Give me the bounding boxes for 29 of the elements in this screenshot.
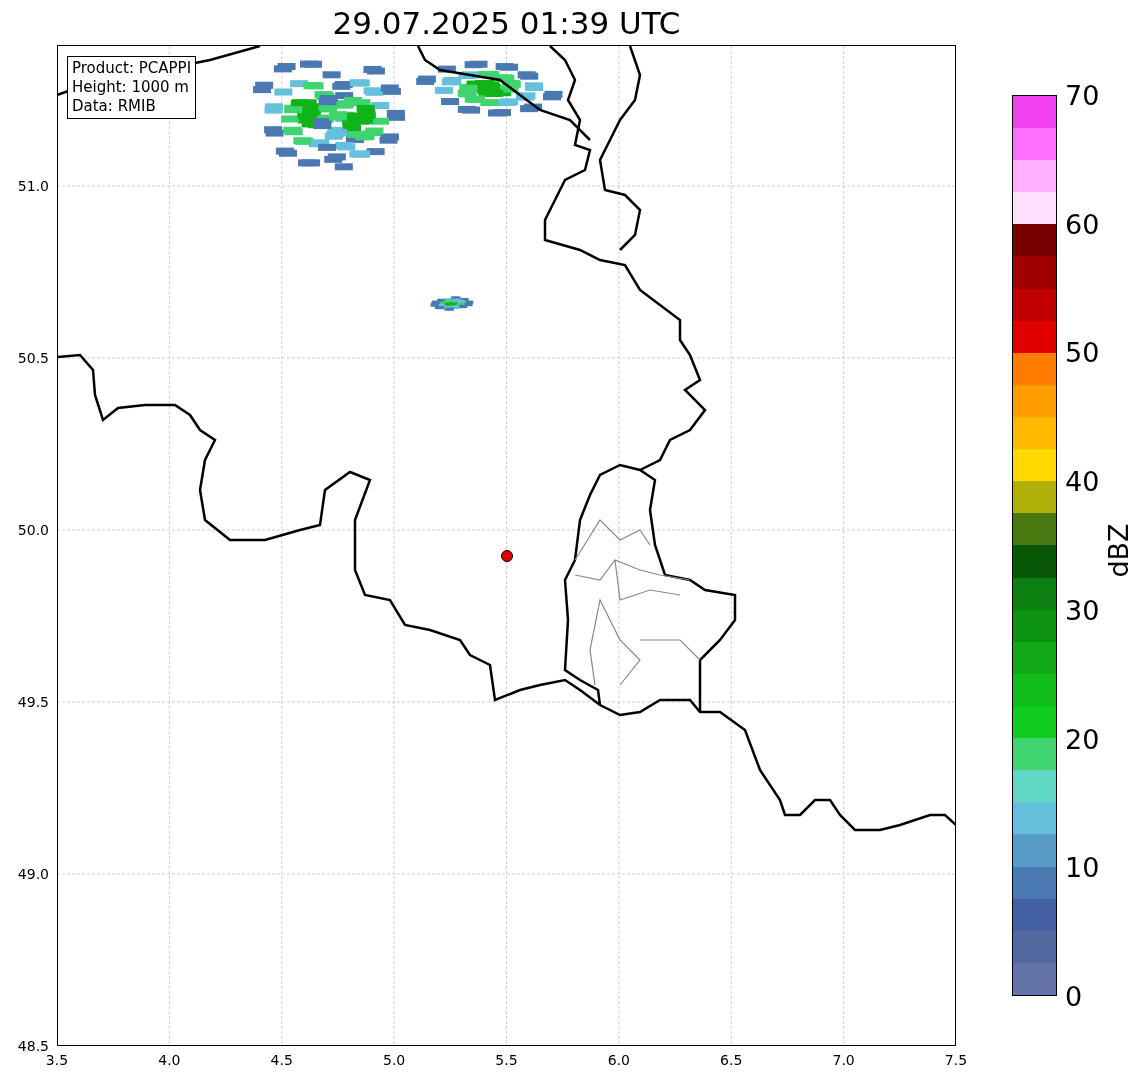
info-text: Data: RMIB — [72, 97, 157, 116]
x-tick-label: 4.0 — [158, 1052, 181, 1068]
colorbar-tick-label: 30 — [1065, 594, 1100, 626]
y-tick-label: 49.0 — [17, 866, 49, 882]
x-tick-label: 7.5 — [944, 1052, 968, 1068]
colorbar-tick-label: 40 — [1065, 465, 1100, 497]
x-tick-label: 5.0 — [383, 1052, 406, 1068]
y-tick-label: 49.5 — [17, 694, 49, 710]
info-text: Product: PCAPPI — [72, 59, 192, 78]
y-tick-label: 51.0 — [17, 178, 49, 194]
radar-site-marker — [501, 550, 513, 562]
chart-title: 29.07.2025 01:39 UTC — [331, 3, 682, 43]
x-tick-label: 4.5 — [270, 1052, 293, 1068]
x-tick-label: 3.5 — [45, 1052, 69, 1068]
colorbar-tick-label: 10 — [1065, 851, 1100, 883]
colorbar-tick-label: 20 — [1065, 723, 1100, 755]
y-tick-label: 50.0 — [17, 522, 49, 538]
y-tick-label: 50.5 — [17, 350, 49, 366]
info-text: Height: 1000 m — [72, 78, 190, 97]
x-tick-label: 6.0 — [607, 1052, 630, 1068]
colorbar-tick-label: 50 — [1065, 336, 1100, 368]
colorbar-tick-label: 70 — [1065, 79, 1100, 111]
y-tick-label: 48.5 — [17, 1038, 49, 1054]
colorbar-tick-label: 60 — [1065, 208, 1100, 240]
x-tick-label: 6.5 — [720, 1052, 743, 1068]
x-tick-label: 7.0 — [832, 1052, 855, 1068]
x-tick-label: 5.5 — [495, 1052, 518, 1068]
colorbar-label: dBZ — [1102, 523, 1134, 578]
colorbar-tick-label: 0 — [1065, 980, 1083, 1012]
